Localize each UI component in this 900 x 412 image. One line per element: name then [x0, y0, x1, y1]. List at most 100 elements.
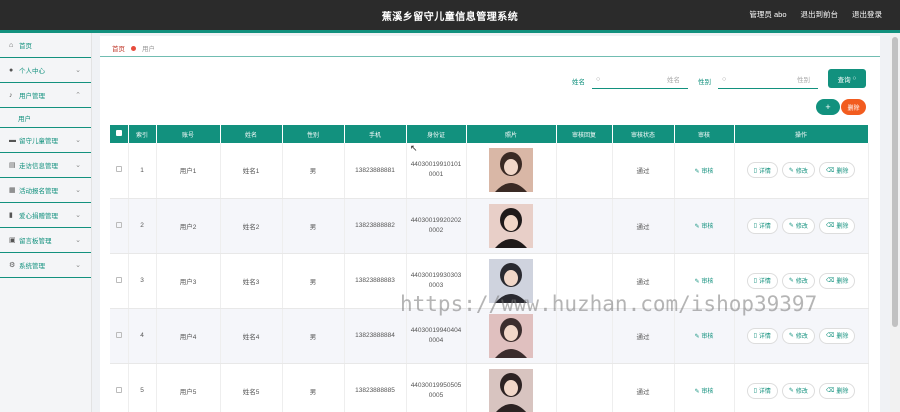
name-placeholder: 姓名 — [667, 77, 680, 84]
ops-cell: ▯ 详情 ✎ 修改 ⌫ 删除 — [734, 198, 869, 254]
sidebar-item-label: 留言板管理 — [19, 238, 52, 245]
edit-button[interactable]: ✎ 修改 — [781, 382, 815, 399]
query-button[interactable]: 查询 ○ — [828, 69, 866, 88]
chevron-down-icon: ⌄ — [75, 262, 81, 269]
edit-button[interactable]: ✎ 修改 — [781, 217, 815, 234]
monitor-icon: ▬ — [9, 136, 16, 144]
delete-button[interactable]: ⌫ 删除 — [818, 272, 856, 289]
chevron-down-icon: ⌄ — [75, 212, 81, 219]
audit-cell: ✎ 审核 — [674, 198, 735, 254]
sidebar: ⌂ 首页 ● 个人中心 ⌄ ♪ 用户管理 ⌃ 用户 ▬ 留守儿童管理 ⌄ ▤ 走… — [0, 33, 92, 412]
detail-button[interactable]: ▯ 详情 — [746, 327, 778, 344]
detail-button[interactable]: ▯ 详情 — [746, 217, 778, 234]
row-checkbox[interactable] — [115, 221, 122, 228]
audit-reply-cell — [556, 198, 613, 254]
audit-link[interactable]: ✎ 审核 — [695, 169, 714, 175]
audit-link-label: 审核 — [701, 279, 714, 285]
index-cell: 5 — [128, 363, 157, 412]
row-checkbox[interactable] — [115, 386, 122, 393]
index-cell: 4 — [128, 308, 157, 364]
table-row: 4 用户4 姓名4 男 13823888884 44030019940404 0004 通过 ✎… — [110, 308, 869, 364]
sidebar-subitem-user[interactable]: 用户 — [0, 108, 91, 128]
audit-link[interactable]: ✎ 审核 — [695, 334, 714, 340]
table-row: 5 用户5 姓名5 男 13823888885 44030019950505 0005 通过 ✎… — [110, 363, 869, 412]
phone-cell: 13823888884 — [344, 308, 407, 364]
detail-button[interactable]: ▯ 详情 — [746, 272, 778, 289]
doc-icon: ▯ — [753, 278, 757, 284]
breadcrumb-home[interactable]: 首页 — [112, 43, 125, 53]
audit-link[interactable]: ✎ 审核 — [695, 224, 714, 230]
audit-cell: ✎ 审核 — [674, 308, 735, 364]
audit-link-label: 审核 — [701, 389, 714, 395]
layout-icon: ▦ — [9, 187, 16, 194]
row-checkbox[interactable] — [115, 276, 122, 283]
sidebar-item-label: 系统管理 — [19, 263, 45, 270]
sidebar-item-children[interactable]: ▬ 留守儿童管理 ⌄ — [0, 128, 91, 153]
batch-delete-button[interactable]: 删除 — [841, 99, 866, 115]
delete-button[interactable]: ⌫ 删除 — [818, 162, 856, 179]
watermark: https://www.huzhan.com/ishop39397 — [400, 292, 818, 316]
audit-link[interactable]: ✎ 审核 — [695, 279, 714, 285]
name-search-input[interactable]: ○ 姓名 — [592, 70, 688, 89]
col-header: 性别 — [282, 125, 345, 143]
name-label: 姓名 — [572, 79, 585, 86]
sidebar-item-donations[interactable]: ▮ 爱心捐赠管理 ⌄ — [0, 203, 91, 228]
id-line: 0005 — [428, 391, 444, 399]
add-button[interactable]: + — [816, 99, 840, 115]
id-card-cell: 44030019950505 0005 — [406, 363, 467, 412]
settings-icon: ⚙ — [9, 262, 16, 269]
row-checkbox[interactable] — [115, 331, 122, 338]
edit-button[interactable]: ✎ 修改 — [781, 162, 815, 179]
delete-button[interactable]: ⌫ 删除 — [818, 382, 856, 399]
select-all-checkbox[interactable] — [115, 130, 122, 136]
row-select-cell[interactable] — [110, 143, 129, 199]
row-select-cell[interactable] — [110, 308, 129, 364]
user-icon: ● — [9, 66, 14, 74]
page-scrollbar[interactable] — [890, 33, 900, 412]
detail-button[interactable]: ▯ 详情 — [746, 382, 778, 399]
detail-button[interactable]: ▯ 详情 — [746, 162, 778, 179]
row-select-cell[interactable] — [110, 198, 129, 254]
row-select-cell[interactable] — [110, 253, 129, 309]
doc-icon: ▯ — [753, 167, 757, 174]
sidebar-item-messages[interactable]: ▣ 留言板管理 ⌄ — [0, 228, 91, 253]
chevron-up-icon: ⌃ — [75, 92, 81, 99]
id-line: 0004 — [428, 336, 444, 344]
delete-button[interactable]: ⌫ 删除 — [818, 217, 856, 234]
ops-cell: ▯ 详情 ✎ 修改 ⌫ 删除 — [734, 308, 869, 364]
select-all-header[interactable] — [110, 125, 129, 143]
breadcrumb-divider — [100, 56, 880, 57]
audit-link[interactable]: ✎ 审核 — [695, 389, 714, 395]
audit-reply-cell — [556, 363, 613, 412]
phone-cell: 13823888881 — [344, 143, 407, 199]
phone-cell: 13823888885 — [344, 363, 407, 412]
scrollbar-thumb[interactable] — [892, 37, 898, 327]
name-cell: 姓名5 — [220, 363, 283, 412]
edit-icon: ✎ — [788, 278, 794, 284]
sidebar-item-label: 用户管理 — [19, 93, 45, 100]
doc-icon: ▯ — [753, 388, 757, 394]
edit-button[interactable]: ✎ 修改 — [781, 272, 815, 289]
edit-button[interactable]: ✎ 修改 — [781, 327, 815, 344]
gender-search-input[interactable]: ○ 性别 — [718, 70, 818, 89]
delete-button-label: 删除 — [836, 224, 849, 230]
sidebar-item-visits[interactable]: ▤ 走访信息管理 ⌄ — [0, 153, 91, 178]
back-to-front-link[interactable]: 退出到前台 — [801, 9, 839, 20]
delete-button[interactable]: ⌫ 删除 — [818, 327, 856, 344]
sidebar-item-home[interactable]: ⌂ 首页 — [0, 33, 91, 58]
sidebar-item-activities[interactable]: ▦ 活动报名管理 ⌄ — [0, 178, 91, 203]
search-icon: ○ — [722, 75, 727, 83]
sidebar-item-user-management[interactable]: ♪ 用户管理 ⌃ — [0, 83, 91, 108]
trash-icon: ⌫ — [825, 167, 835, 174]
sidebar-item-profile[interactable]: ● 个人中心 ⌄ — [0, 58, 91, 83]
sidebar-item-label: 爱心捐赠管理 — [19, 213, 58, 220]
trash-icon: ⌫ — [825, 223, 835, 229]
index-cell: 1 — [128, 143, 157, 199]
row-checkbox[interactable] — [115, 166, 122, 173]
chevron-down-icon: ⌄ — [75, 67, 81, 74]
gender-cell: 男 — [282, 363, 345, 412]
audit-reply-cell — [556, 308, 613, 364]
sidebar-item-system[interactable]: ⚙ 系统管理 ⌄ — [0, 253, 91, 278]
logout-link[interactable]: 退出登录 — [852, 9, 882, 20]
row-select-cell[interactable] — [110, 363, 129, 412]
